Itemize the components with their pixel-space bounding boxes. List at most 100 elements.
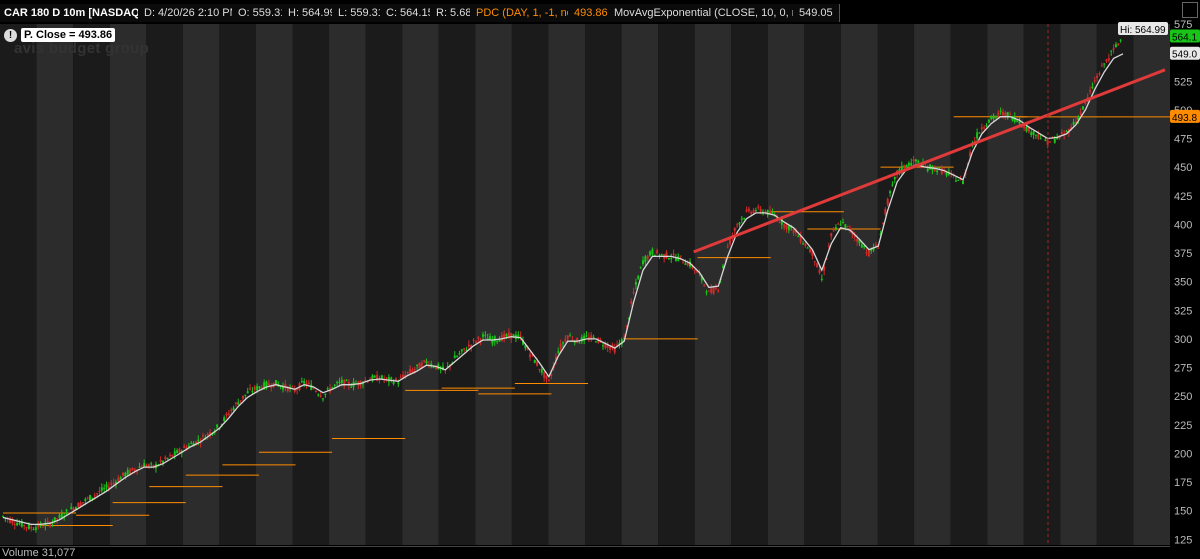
candle-body [176,450,179,454]
candle-body [804,243,807,246]
candle-body [818,269,821,273]
candle-body [912,159,915,162]
candle-body [903,164,906,169]
candle-body [122,472,124,476]
candle-body [394,378,397,381]
candle-body [124,472,127,477]
candle-body [656,250,659,254]
session-band [621,24,659,545]
candle-body [1084,102,1087,104]
candle-body [766,210,769,216]
candle-body [644,256,647,263]
candle-body [1100,65,1103,67]
session-band [1096,24,1134,545]
candle-body [409,368,412,373]
pdc-study-label[interactable]: PDC (DAY, 1, -1, no) [470,4,584,22]
candle-body [380,375,383,379]
ema-study-label[interactable]: MovAvgExponential (CLOSE, 10, 0, no) [608,4,815,22]
candle-body [747,208,750,212]
candle-body [886,198,889,205]
tick-label: 350 [1174,277,1192,289]
candle-body [578,342,581,344]
candle-body [138,466,141,468]
candle-body [771,212,774,214]
candle-body [202,435,204,437]
candle-body [1072,121,1075,125]
ema-study-value: 549.05 [793,4,840,22]
candle-body [566,335,569,339]
candle-body [1039,138,1042,140]
candle-body [1110,50,1113,52]
candle-body [907,162,910,166]
candle-body [785,225,788,230]
candle-body [910,162,913,166]
candle-body [976,132,979,139]
candle-body [190,443,193,445]
price-axis: 125 150 175 200 225 250 275 300 325 350 375 400 425 4… [1170,19,1200,546]
candle-body [867,250,870,257]
candle-body [1107,58,1110,61]
candle-body [86,497,89,499]
candle-body [423,360,426,362]
tick-label: 575 [1174,19,1192,31]
candle-body [745,210,748,212]
session-band [255,24,293,545]
candle-body [425,360,428,364]
candle-body [665,252,668,259]
candle-body [166,458,169,460]
candle-body [458,353,461,355]
candle-body [303,381,306,384]
candle-body [171,454,174,457]
candle-body [300,381,303,383]
candle-body [30,527,33,529]
candle-body [754,210,757,212]
candle-body [484,334,487,336]
tick-label: 425 [1174,191,1192,203]
session-band [731,24,768,545]
candle-body [564,339,567,342]
candle-body [416,364,419,366]
candle-body [705,291,708,293]
candle-body [1060,132,1063,135]
candle-body [230,409,233,411]
candle-body [392,381,395,384]
candle-body [820,278,823,280]
candle-body [813,261,816,263]
price-chart[interactable]: 125 150 175 200 225 250 275 300 325 350 375 400 425 4… [0,0,1200,554]
candle-body [740,218,743,220]
tick-label: 125 [1174,534,1192,546]
candle-body [646,255,649,259]
candle-body [314,391,317,393]
candle-body [343,379,346,387]
candle-body [251,391,254,393]
candle-body [507,332,510,337]
candle-body [178,448,181,453]
candle-body [117,478,120,482]
tick-label: 250 [1174,391,1192,403]
candle-body [126,470,129,475]
candle-body [32,529,35,531]
candle-body [376,374,379,381]
candle-body [889,191,892,194]
candle-body [1119,39,1122,41]
expand-icon[interactable] [1182,2,1198,18]
chart-title[interactable]: CAR 180 D 10m [NASDAQ] [0,4,151,22]
candle-body [693,269,696,272]
candle-body [399,377,402,379]
session-band [950,24,988,545]
candle-body [536,361,539,366]
candle-body [594,341,597,343]
candle-body [460,349,463,352]
candle-body [957,179,960,181]
candle-body [103,487,106,490]
candle-body [1098,73,1101,75]
candle-body [390,377,393,380]
candle-body [914,159,917,162]
candle-body [802,243,804,245]
candle-body [743,218,746,220]
candle-body [938,167,941,169]
candle-body [1037,133,1040,139]
candle-body [326,388,329,390]
tick-label: 300 [1174,334,1192,346]
candle-body [100,487,103,491]
